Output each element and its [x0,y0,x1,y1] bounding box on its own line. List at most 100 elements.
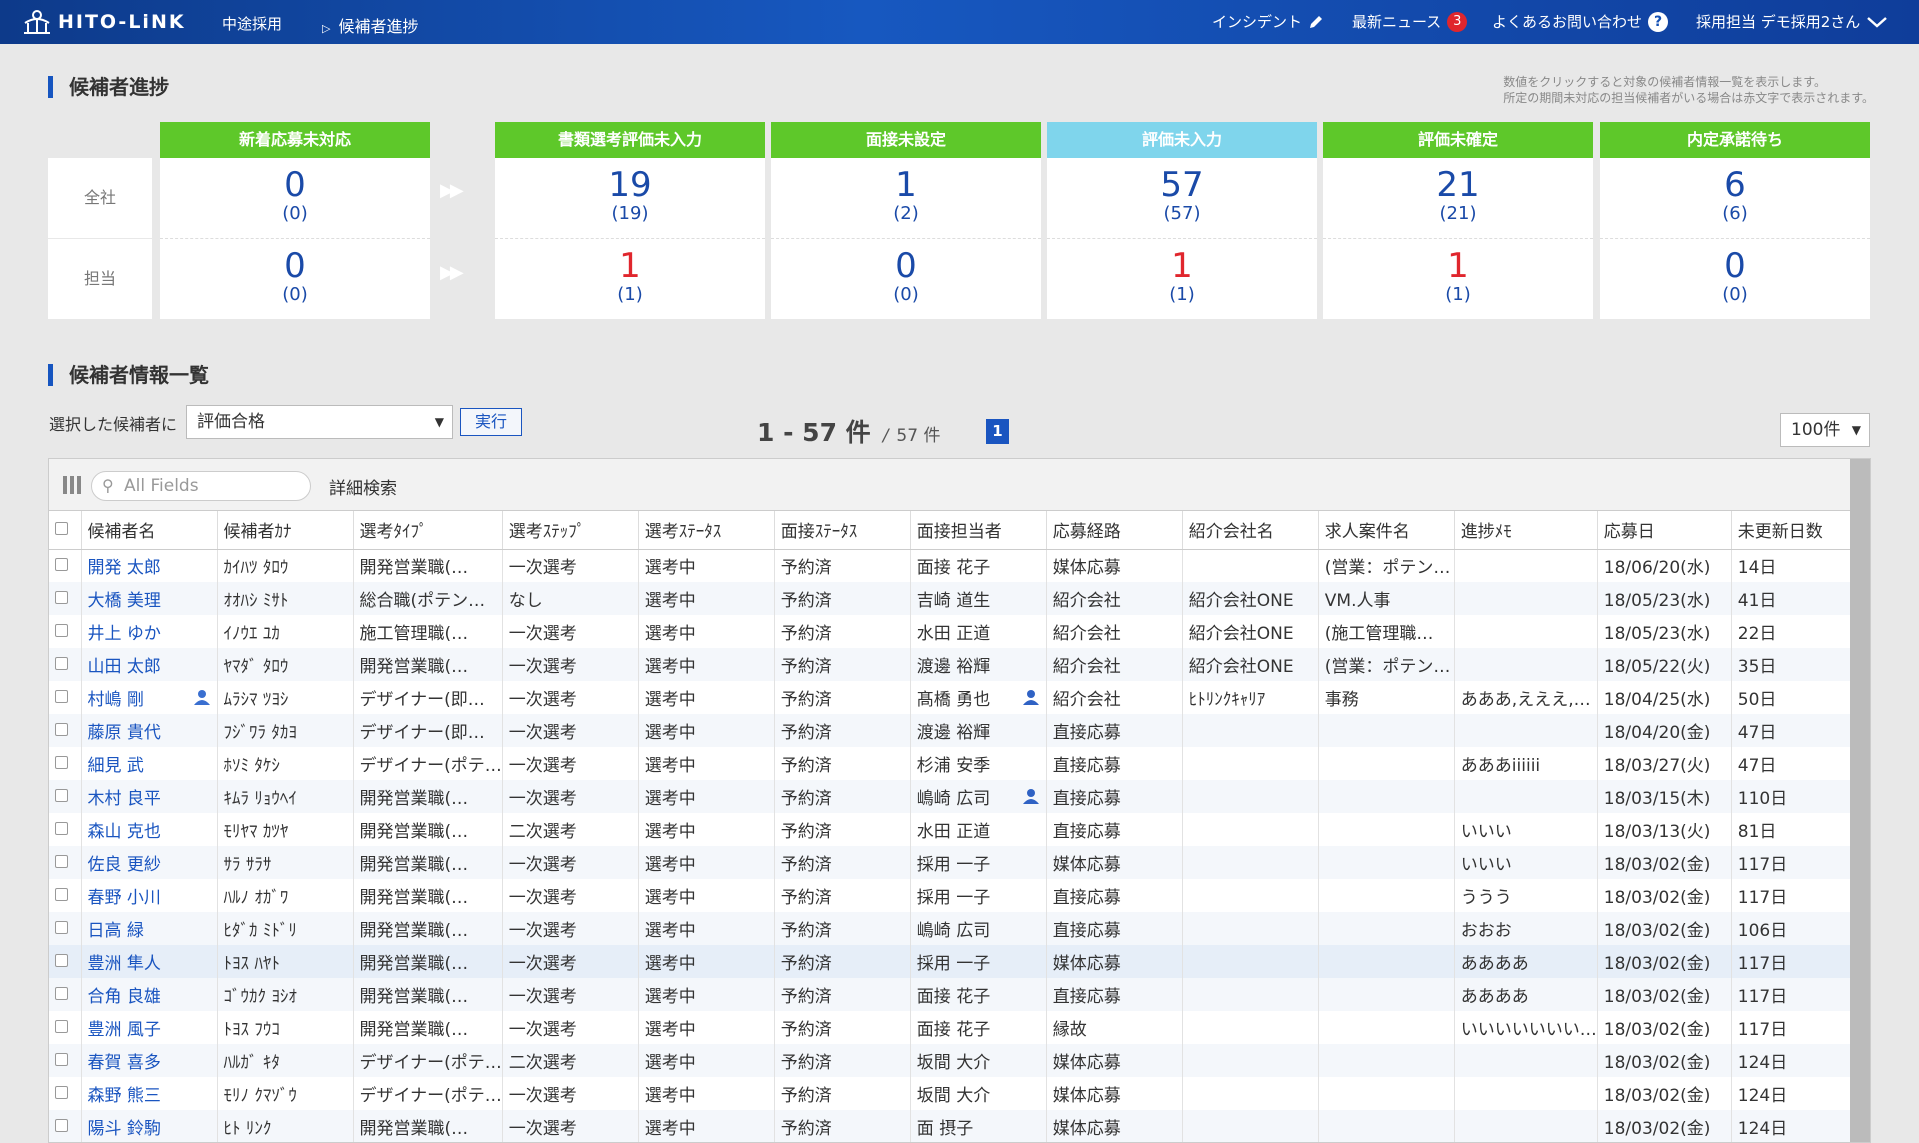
column-header[interactable]: 未更新日数 [1731,511,1866,550]
table-row[interactable]: 日高 緑ﾋﾀﾞｶ ﾐﾄﾞﾘ 開発営業職(… 一次選考 選考中 予約済 嶋崎 広司 直接応募 お… [49,912,1866,945]
candidate-name-link[interactable]: 藤原 貴代 [81,714,218,747]
column-header[interactable]: 選考ｽﾃｰﾀｽ [638,511,775,550]
table-row[interactable]: 村嶋 剛ﾑﾗｼﾏ ﾂﾖｼ デザイナー(即… 一次選考 選考中 予約済 髙橋 勇也 紹介会社ﾋ… [49,681,1866,714]
table-row[interactable]: 合角 良雄 ｺﾞｳｶｸ ﾖｼｵ 開発営業職(… 一次選考 選考中 予約済 面接 花子 直接応募… [49,978,1866,1011]
table-row[interactable]: 大橋 美理 ｵｵﾊｼ ﾐｻﾄ 総合職(ポテン… なし 選考中 予約済 吉崎 道生 紹介会社 紹介… [49,582,1866,615]
progress-cell-all[interactable]: 1 (2) [771,158,1041,239]
row-select-cell[interactable] [49,813,82,846]
candidate-name-link[interactable]: 合角 良雄 [81,978,218,1011]
checkbox[interactable] [55,1118,68,1132]
progress-cell-all[interactable]: 57 (57) [1047,158,1317,239]
table-row[interactable]: 豊洲 風子 ﾄﾖｽ ﾌｳｺ 開発営業職(… 一次選考 選考中 予約済 面接 花子 縁故 いいいい… [49,1011,1866,1044]
progress-cell-mine[interactable]: 1 (1) [1323,239,1593,319]
checkbox[interactable] [55,1085,68,1099]
column-header[interactable]: 応募日 [1597,511,1732,550]
table-row[interactable]: 森山 克也 ﾓﾘﾔﾏ ｶﾂﾔ 開発営業職(… 二次選考 選考中 予約済 水田 正道 直接応募 い… [49,813,1866,846]
candidate-name-link[interactable]: 陽斗 鈴駒 [81,1110,218,1142]
progress-cell-all[interactable]: 19 (19) [495,158,765,239]
checkbox[interactable] [55,521,68,535]
table-row[interactable]: 木村 良平 ｷﾑﾗ ﾘｮｳﾍｲ 開発営業職(… 一次選考 選考中 予約済 嶋崎 広司 直接応募… [49,780,1866,813]
progress-cell-all[interactable]: 0 (0) [160,158,430,239]
row-select-cell[interactable] [49,1077,82,1110]
candidate-name-link[interactable]: 木村 良平 [81,780,218,813]
row-select-cell[interactable] [49,879,82,912]
search-input[interactable]: ⚲ All Fields [91,471,311,501]
progress-cell-mine[interactable]: 1 (1) [1047,239,1317,319]
logo[interactable]: HITO-LiNK [22,8,186,36]
row-select-cell[interactable] [49,615,82,648]
column-header[interactable]: 面接ｽﾃｰﾀｽ [774,511,911,550]
table-row[interactable]: 開発 太郎 ｶｲﾊﾂ ﾀﾛｳ 開発営業職(… 一次選考 選考中 予約済 面接 花子 媒体応募 (… [49,549,1866,582]
candidate-name-link[interactable]: 大橋 美理 [81,582,218,615]
incident-link[interactable]: インシデント [1212,11,1324,32]
row-select-cell[interactable] [49,912,82,945]
checkbox[interactable] [55,788,68,802]
candidate-name-link[interactable]: 豊洲 隼人 [81,945,218,978]
row-select-cell[interactable] [49,648,82,681]
bulk-action-select[interactable]: 評価合格 ▼ [186,405,453,439]
row-select-cell[interactable] [49,945,82,978]
row-select-cell[interactable] [49,780,82,813]
table-row[interactable]: 佐良 更紗 ｻﾗ ｻﾗｻ 開発営業職(… 一次選考 選考中 予約済 採用 一子 媒体応募 いいい… [49,846,1866,879]
checkbox[interactable] [55,1019,68,1033]
table-row[interactable]: 春野 小川 ﾊﾙﾉ ｵｶﾞﾜ 開発営業職(… 一次選考 選考中 予約済 採用 一子 直接応募 う… [49,879,1866,912]
candidate-name-link[interactable]: 佐良 更紗 [81,846,218,879]
row-select-cell[interactable] [49,978,82,1011]
breadcrumb[interactable]: ▷ 候補者進捗 [322,13,418,37]
candidate-name-link[interactable]: 森野 熊三 [81,1077,218,1110]
checkbox[interactable] [55,656,68,670]
candidate-name-link[interactable]: 開発 太郎 [81,549,218,582]
column-header[interactable]: 紹介会社名 [1182,511,1319,550]
row-select-cell[interactable] [49,582,82,615]
checkbox[interactable] [55,623,68,637]
checkbox[interactable] [55,953,68,967]
news-link[interactable]: 最新ニュース 3 [1352,11,1468,32]
column-header[interactable]: 選考ｽﾃｯﾌﾟ [502,511,639,550]
table-row[interactable]: 井上 ゆか ｲﾉｳｴ ﾕｶ 施工管理職(… 一次選考 選考中 予約済 水田 正道 紹介会社 紹介… [49,615,1866,648]
table-row[interactable]: 細見 武ﾎｿﾐ ﾀｹｼ デザイナー(ポテ… 一次選考 選考中 予約済 杉浦 安季 直接応募 あ… [49,747,1866,780]
progress-cell-all[interactable]: 6 (6) [1600,158,1870,239]
checkbox[interactable] [55,689,68,703]
progress-cell-mine[interactable]: 1 (1) [495,239,765,319]
checkbox[interactable] [55,755,68,769]
candidate-name-link[interactable]: 日高 緑 [81,912,218,945]
candidate-name-link[interactable]: 豊洲 風子 [81,1011,218,1044]
table-row[interactable]: 豊洲 隼人 ﾄﾖｽ ﾊﾔﾄ 開発営業職(… 一次選考 選考中 予約済 採用 一子 媒体応募 ああ… [49,945,1866,978]
column-header[interactable]: 進捗ﾒﾓ [1454,511,1598,550]
candidate-name-link[interactable]: 井上 ゆか [81,615,218,648]
nav-category[interactable]: 中途採用 [222,13,282,34]
column-header[interactable]: 求人案件名 [1318,511,1455,550]
candidate-name-link[interactable]: 春賀 喜多 [81,1044,218,1077]
table-row[interactable]: 陽斗 鈴駒 ﾋﾄ ﾘﾝｸ 開発営業職(… 一次選考 選考中 予約済面 摂子 媒体応募 18/0… [49,1110,1866,1142]
user-menu[interactable]: 採用担当 デモ採用2さん [1696,11,1888,32]
progress-cell-all[interactable]: 21 (21) [1323,158,1593,239]
checkbox[interactable] [55,1052,68,1066]
vertical-scrollbar[interactable] [1850,459,1870,1142]
faq-link[interactable]: よくあるお問い合わせ ? [1492,11,1669,32]
candidate-name-link[interactable]: 村嶋 剛 [81,681,218,714]
checkbox[interactable] [55,854,68,868]
candidate-name-link[interactable]: 細見 武 [81,747,218,780]
column-header[interactable]: 面接担当者 [910,511,1047,550]
column-header[interactable]: 候補者名 [81,511,218,550]
row-select-cell[interactable] [49,1011,82,1044]
candidate-name-link[interactable]: 春野 小川 [81,879,218,912]
select-all-header[interactable] [49,511,82,550]
candidate-name-link[interactable]: 山田 太郎 [81,648,218,681]
page-button-1[interactable]: 1 [986,419,1009,444]
checkbox[interactable] [55,986,68,1000]
columns-icon[interactable] [63,476,81,494]
checkbox[interactable] [55,722,68,736]
checkbox[interactable] [55,590,68,604]
table-row[interactable]: 森野 熊三 ﾓﾘﾉ ｸﾏｿﾞｳ デザイナー(ポテ… 一次選考 選考中 予約済 坂間 大介 媒体… [49,1077,1866,1110]
column-header[interactable]: 候補者ｶﾅ [217,511,354,550]
table-row[interactable]: 藤原 貴代 ﾌｼﾞﾜﾗ ﾀｶﾖ デザイナー(即… 一次選考 選考中 予約済 渡邊 裕輝 直接応… [49,714,1866,747]
checkbox[interactable] [55,821,68,835]
row-select-cell[interactable] [49,1110,82,1142]
table-row[interactable]: 山田 太郎 ﾔﾏﾀﾞ ﾀﾛｳ 開発営業職(… 一次選考 選考中 予約済 渡邊 裕輝 紹介会社紹… [49,648,1866,681]
checkbox[interactable] [55,920,68,934]
column-header[interactable]: 応募経路 [1046,511,1183,550]
row-select-cell[interactable] [49,681,82,714]
column-header[interactable]: 選考ﾀｲﾌﾟ [353,511,503,550]
table-row[interactable]: 春賀 喜多 ﾊﾙｶﾞ ｷﾀ デザイナー(ポテ… 二次選考 選考中 予約済 坂間 大介 媒体応募… [49,1044,1866,1077]
